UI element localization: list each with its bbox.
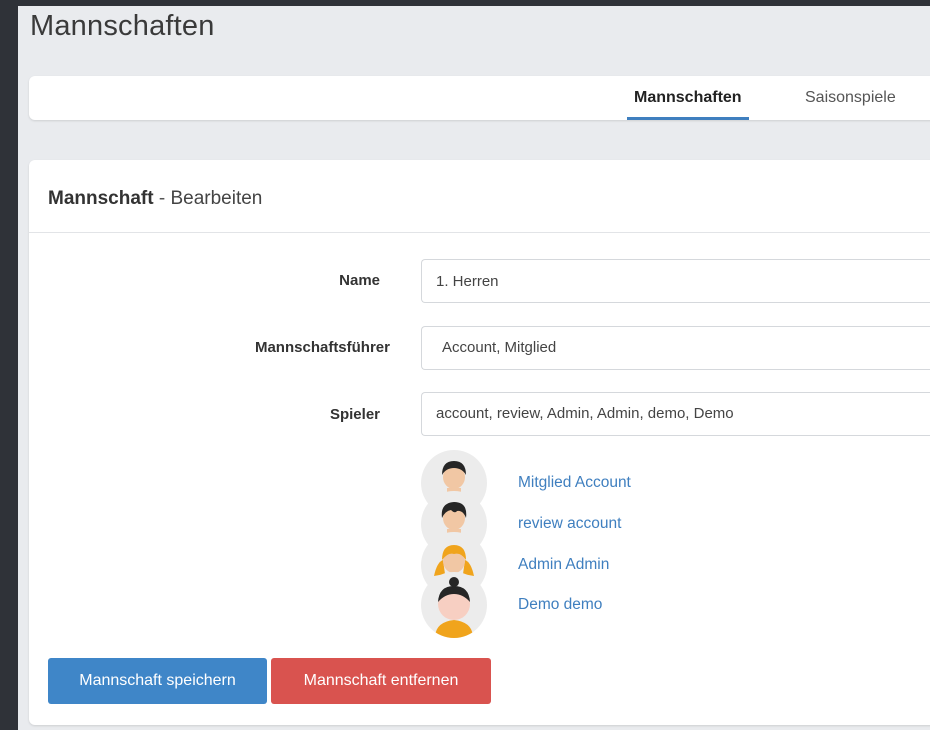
member-avatar-icon — [421, 572, 487, 638]
name-label: Name — [339, 272, 380, 289]
players-select[interactable]: account, review, Admin, Admin, demo, Dem… — [421, 392, 930, 436]
tab-mannschaften[interactable]: Mannschaften — [627, 76, 749, 120]
name-input[interactable] — [421, 259, 930, 303]
app-content: Mannschaften Mannschaften Saisonspiele M… — [18, 0, 930, 730]
member-link-mitglied-account[interactable]: Mitglied Account — [518, 474, 631, 492]
save-team-button[interactable]: Mannschaft speichern — [48, 658, 267, 704]
edit-team-card: Mannschaft - Bearbeiten Name Mannschafts… — [29, 160, 930, 725]
captain-label: Mannschaftsführer — [254, 339, 390, 356]
card-title-entity: Mannschaft — [48, 188, 154, 209]
member-link-review-account[interactable]: review account — [518, 515, 621, 533]
page-title: Mannschaften — [30, 10, 215, 42]
top-strip — [18, 0, 930, 6]
tab-bar: Mannschaften Saisonspiele — [29, 76, 930, 120]
member-link-demo-demo[interactable]: Demo demo — [518, 596, 602, 614]
card-title-action: Bearbeiten — [170, 188, 263, 209]
captain-select[interactable]: Account, Mitglied — [421, 326, 930, 370]
card-title: Mannschaft - Bearbeiten — [48, 188, 262, 210]
member-link-admin-admin[interactable]: Admin Admin — [518, 556, 609, 574]
tab-saisonspiele[interactable]: Saisonspiele — [805, 76, 896, 120]
remove-team-button[interactable]: Mannschaft entfernen — [271, 658, 491, 704]
players-label: Spieler — [329, 406, 380, 423]
card-header: Mannschaft - Bearbeiten — [29, 160, 930, 233]
card-title-separator: - — [153, 188, 171, 209]
